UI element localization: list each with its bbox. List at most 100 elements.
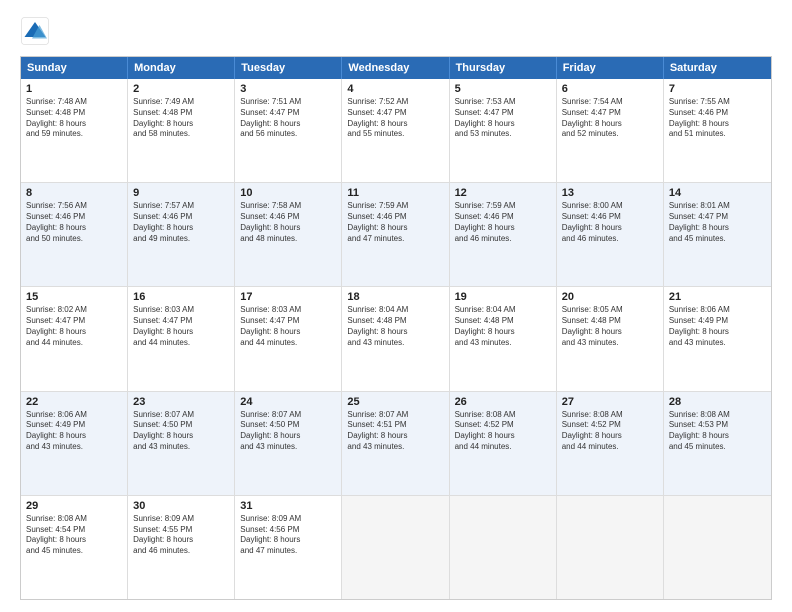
cell-info-line: Daylight: 8 hours (669, 119, 766, 130)
cell-info-line: and 44 minutes. (133, 338, 229, 349)
day-number: 26 (455, 396, 551, 408)
calendar-cell-13: 13Sunrise: 8:00 AMSunset: 4:46 PMDayligh… (557, 183, 664, 286)
calendar-cell-25: 25Sunrise: 8:07 AMSunset: 4:51 PMDayligh… (342, 392, 449, 495)
calendar-cell-20: 20Sunrise: 8:05 AMSunset: 4:48 PMDayligh… (557, 287, 664, 390)
calendar-cell-30: 30Sunrise: 8:09 AMSunset: 4:55 PMDayligh… (128, 496, 235, 599)
cell-info-line: Sunrise: 7:53 AM (455, 97, 551, 108)
cell-info-line: Sunset: 4:48 PM (562, 316, 658, 327)
header-day-wednesday: Wednesday (342, 57, 449, 79)
cell-info-line: Sunrise: 7:55 AM (669, 97, 766, 108)
cell-info-line: Daylight: 8 hours (133, 535, 229, 546)
cell-info-line: and 59 minutes. (26, 129, 122, 140)
cell-info-line: Sunrise: 7:54 AM (562, 97, 658, 108)
day-number: 24 (240, 396, 336, 408)
cell-info-line: Daylight: 8 hours (669, 327, 766, 338)
cell-info-line: Sunrise: 8:08 AM (455, 410, 551, 421)
cell-info-line: and 43 minutes. (347, 442, 443, 453)
header-day-monday: Monday (128, 57, 235, 79)
calendar-cell-19: 19Sunrise: 8:04 AMSunset: 4:48 PMDayligh… (450, 287, 557, 390)
calendar-cell-17: 17Sunrise: 8:03 AMSunset: 4:47 PMDayligh… (235, 287, 342, 390)
cell-info-line: Daylight: 8 hours (133, 327, 229, 338)
day-number: 10 (240, 187, 336, 199)
calendar-row-0: 1 Sunrise: 7:48 AM Sunset: 4:48 PM Daylight… (21, 79, 771, 183)
cell-info-line: and 44 minutes. (455, 442, 551, 453)
cell-info-line: and 49 minutes. (133, 234, 229, 245)
page: SundayMondayTuesdayWednesdayThursdayFrid… (0, 0, 792, 612)
cell-info-line: and 46 minutes. (455, 234, 551, 245)
cell-info-line: Daylight: 8 hours (240, 223, 336, 234)
day-number: 20 (562, 291, 658, 303)
cell-info-line: Sunrise: 8:04 AM (455, 305, 551, 316)
cell-info-line: Sunrise: 7:48 AM (26, 97, 122, 108)
day-number: 14 (669, 187, 766, 199)
cell-info-line: and 43 minutes. (26, 442, 122, 453)
cell-info-line: Sunrise: 8:02 AM (26, 305, 122, 316)
cell-info-line: Sunset: 4:47 PM (562, 108, 658, 119)
cell-info-line: Daylight: 8 hours (26, 327, 122, 338)
cell-info-line: Sunset: 4:46 PM (133, 212, 229, 223)
cell-info-line: and 46 minutes. (133, 546, 229, 557)
cell-info-line: Daylight: 8 hours (669, 431, 766, 442)
calendar-cell-26: 26Sunrise: 8:08 AMSunset: 4:52 PMDayligh… (450, 392, 557, 495)
cell-info-line: Daylight: 8 hours (26, 119, 122, 130)
logo-icon (20, 16, 50, 46)
cell-info-line: and 44 minutes. (562, 442, 658, 453)
cell-info-line: Sunrise: 8:00 AM (562, 201, 658, 212)
calendar-cell-9: 9Sunrise: 7:57 AMSunset: 4:46 PMDaylight… (128, 183, 235, 286)
cell-info-line: Daylight: 8 hours (455, 327, 551, 338)
cell-info-line: and 55 minutes. (347, 129, 443, 140)
calendar-cell-27: 27Sunrise: 8:08 AMSunset: 4:52 PMDayligh… (557, 392, 664, 495)
cell-info-line: and 43 minutes. (562, 338, 658, 349)
cell-info-line: Sunset: 4:56 PM (240, 525, 336, 536)
calendar-cell-empty-4-4 (450, 496, 557, 599)
cell-info-line: Sunrise: 7:51 AM (240, 97, 336, 108)
cell-info-line: Sunset: 4:47 PM (240, 316, 336, 327)
calendar-cell-1: 1Sunrise: 7:48 AMSunset: 4:48 PMDaylight… (21, 79, 128, 182)
calendar-cell-2: 2Sunrise: 7:49 AMSunset: 4:48 PMDaylight… (128, 79, 235, 182)
calendar-body: 1 Sunrise: 7:48 AM Sunset: 4:48 PM Daylight… (21, 79, 771, 599)
cell-info-line: Sunset: 4:49 PM (669, 316, 766, 327)
cell-info-line: Daylight: 8 hours (455, 119, 551, 130)
day-number: 15 (26, 291, 122, 303)
cell-info-line: Sunrise: 7:57 AM (133, 201, 229, 212)
cell-info-line: and 47 minutes. (240, 546, 336, 557)
calendar-row-1: 8Sunrise: 7:56 AMSunset: 4:46 PMDaylight… (21, 183, 771, 287)
day-number: 19 (455, 291, 551, 303)
cell-info-line: Sunset: 4:50 PM (240, 420, 336, 431)
cell-info-line: Daylight: 8 hours (240, 535, 336, 546)
cell-info-line: Daylight: 8 hours (347, 119, 443, 130)
day-number: 16 (133, 291, 229, 303)
cell-info-line: Daylight: 8 hours (455, 223, 551, 234)
cell-info-line: Sunrise: 8:07 AM (240, 410, 336, 421)
cell-info-line: Daylight: 8 hours (26, 223, 122, 234)
cell-info-line: Sunrise: 8:09 AM (133, 514, 229, 525)
cell-info-line: Sunrise: 7:58 AM (240, 201, 336, 212)
cell-info-line: Sunset: 4:52 PM (455, 420, 551, 431)
day-number: 9 (133, 187, 229, 199)
cell-info-line: Sunset: 4:46 PM (562, 212, 658, 223)
day-number: 27 (562, 396, 658, 408)
cell-info-line: Sunrise: 7:59 AM (455, 201, 551, 212)
cell-info-line: Sunrise: 7:56 AM (26, 201, 122, 212)
cell-info-line: Daylight: 8 hours (240, 119, 336, 130)
cell-info-line: Sunset: 4:47 PM (133, 316, 229, 327)
day-number: 5 (455, 83, 551, 95)
cell-info-line: and 44 minutes. (240, 338, 336, 349)
cell-info-line: Sunrise: 8:04 AM (347, 305, 443, 316)
cell-info-line: Sunrise: 8:08 AM (669, 410, 766, 421)
calendar-cell-10: 10Sunrise: 7:58 AMSunset: 4:46 PMDayligh… (235, 183, 342, 286)
cell-info-line: Sunset: 4:47 PM (455, 108, 551, 119)
cell-info-line: Sunset: 4:51 PM (347, 420, 443, 431)
cell-info-line: Sunrise: 8:05 AM (562, 305, 658, 316)
cell-info-line: Sunset: 4:48 PM (133, 108, 229, 119)
calendar-cell-empty-4-3 (342, 496, 449, 599)
cell-info-line: Daylight: 8 hours (347, 327, 443, 338)
day-number: 8 (26, 187, 122, 199)
cell-info-line: Sunset: 4:46 PM (26, 212, 122, 223)
cell-info-line: Daylight: 8 hours (347, 431, 443, 442)
calendar-cell-29: 29Sunrise: 8:08 AMSunset: 4:54 PMDayligh… (21, 496, 128, 599)
cell-info-line: Sunrise: 8:08 AM (562, 410, 658, 421)
cell-info-line: Daylight: 8 hours (562, 223, 658, 234)
cell-info-line: and 44 minutes. (26, 338, 122, 349)
day-number: 1 (26, 83, 122, 95)
